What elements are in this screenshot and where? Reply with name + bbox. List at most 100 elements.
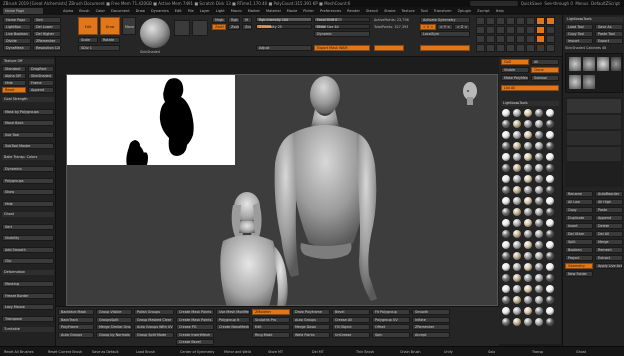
material-swatch-5-2[interactable]	[524, 164, 532, 172]
focal-shift-slider[interactable]: Focal Shift 0	[314, 17, 370, 22]
material-swatch-4-0[interactable]	[502, 153, 510, 161]
see-through-label[interactable]: See-through 0	[544, 1, 572, 6]
load-tool-button[interactable]: Load Tool	[565, 24, 593, 30]
subtool-boolean-button[interactable]: Boolean	[565, 247, 593, 253]
dynamic-button[interactable]: Dynamic	[314, 31, 370, 37]
bottom-col4-item-0[interactable]: Create Mask Points	[176, 309, 214, 315]
status-item-10[interactable]: Unify	[444, 350, 484, 354]
quicksave-label[interactable]: QuickSave	[521, 1, 542, 6]
status-item-0[interactable]: Reset All Brushes	[4, 350, 44, 354]
left-item-11[interactable]: Sort	[2, 223, 54, 230]
rtool-list-all[interactable]: List All	[501, 85, 559, 91]
material-swatch-9-2[interactable]	[524, 208, 532, 216]
status-item-2[interactable]: Save as Default	[92, 350, 132, 354]
material-swatch-8-4[interactable]	[546, 197, 554, 205]
bottom-col2-item-2[interactable]: Merge Similar Groups	[96, 324, 132, 330]
material-swatch-18-0[interactable]	[502, 307, 510, 315]
shelf-icon-3-7[interactable]	[546, 44, 555, 52]
material-swatch-18-4[interactable]	[546, 307, 554, 315]
shelf-icon-3-0[interactable]	[476, 44, 485, 52]
material-swatch-11-1[interactable]	[513, 230, 521, 238]
menu-item-material[interactable]: Material	[263, 7, 284, 15]
subtool-append-button[interactable]: Append	[595, 215, 623, 221]
scale-button[interactable]: Scale	[78, 37, 98, 43]
material-swatch-3-1[interactable]	[513, 142, 521, 150]
menu-item-zplugin[interactable]: Zplugin	[455, 7, 475, 15]
menu-item-stencil[interactable]: Stencil	[363, 7, 381, 15]
alpha-button[interactable]: Alpha Off	[2, 73, 26, 79]
left-item-6[interactable]: Dynamics	[2, 166, 54, 172]
subtool-thumb-4[interactable]	[611, 57, 621, 71]
bottom-col9-item-3[interactable]: Spin	[372, 331, 410, 338]
shelf-icon-1-2[interactable]	[496, 26, 505, 34]
rtool-subtool[interactable]: Subtool	[531, 75, 559, 81]
zadd-button[interactable]: Zadd	[212, 24, 226, 30]
shelf-item-b[interactable]: DynaMesh	[3, 45, 31, 51]
material-swatch-16-4[interactable]	[546, 285, 554, 293]
bottom-col10-item-3[interactable]: Accept	[412, 331, 450, 338]
material-swatch-10-2[interactable]	[524, 219, 532, 227]
shelf-orange-a[interactable]	[374, 45, 404, 51]
bottom-col3-item-3[interactable]: Group Split Mode	[134, 331, 174, 338]
subtool-thumb-5[interactable]	[569, 75, 581, 89]
paste-tool-button[interactable]: Paste Tool	[595, 31, 623, 37]
shelf-icon-2-3[interactable]	[506, 35, 515, 43]
copy-tool-button[interactable]: Copy Tool	[565, 31, 593, 37]
shelf-icon-0-6[interactable]	[536, 17, 545, 25]
bottom-col5-item-0[interactable]: Use Mesh Modifiers	[216, 309, 250, 315]
shelf-icon-0-7[interactable]	[546, 17, 555, 25]
bottom-col6-item-3[interactable]: Ring Mask	[252, 331, 290, 338]
bottom-col7-item-2[interactable]: Merge Down	[292, 324, 330, 330]
menu-item-picker[interactable]: Picker	[300, 7, 317, 15]
material-swatch-18-3[interactable]	[535, 307, 543, 315]
shelf-icon-2-1[interactable]	[486, 35, 495, 43]
status-item-9[interactable]: Chain Brush	[400, 350, 440, 354]
menu-item-light[interactable]: Light	[213, 7, 228, 15]
subtool-del-other-button[interactable]: Del Other	[565, 231, 593, 237]
shelf-icon-2-6[interactable]	[536, 35, 545, 43]
shelf-icon-0-1[interactable]	[486, 17, 495, 25]
frame-button[interactable]: Frame	[28, 80, 54, 86]
bottom-col8-item-1[interactable]: Crease All	[332, 316, 370, 323]
left-item-14[interactable]: Clip	[2, 258, 54, 264]
shelf-icon-3-4[interactable]	[516, 44, 525, 52]
bottom-col7-item-3[interactable]: Weld Points	[292, 331, 330, 338]
subtool-row-2[interactable]	[567, 115, 621, 129]
status-item-7[interactable]: Del MT	[312, 350, 352, 354]
material-swatch-4-2[interactable]	[524, 153, 532, 161]
shelf-icon-2-0[interactable]	[476, 35, 485, 43]
shelf-icon-0-0[interactable]	[476, 17, 485, 25]
rtool-visible[interactable]: Visible	[501, 67, 529, 73]
bottom-col10-item-0[interactable]: Smooth	[412, 309, 450, 315]
material-swatch-3-0[interactable]	[502, 142, 510, 150]
menu-item-document[interactable]: Document	[108, 7, 133, 15]
subtool-del-all-button[interactable]: Del All	[595, 231, 623, 237]
subtool-merge-button[interactable]: Merge	[595, 239, 623, 245]
subtool-thumb-6[interactable]	[583, 75, 595, 89]
material-swatch-12-0[interactable]	[502, 241, 510, 249]
subtool-thumb-3[interactable]	[597, 57, 609, 71]
material-swatch-11-2[interactable]	[524, 230, 532, 238]
status-item-5[interactable]: Mirror and Weld	[224, 350, 264, 354]
bottom-col8-item-0[interactable]: Bevel	[332, 309, 370, 315]
home-page-button[interactable]: Home Page	[3, 17, 31, 23]
material-swatch-1-1[interactable]	[513, 120, 521, 128]
sym-y-button[interactable]: > Y <	[437, 24, 453, 30]
subtool-insert-button[interactable]: Insert	[565, 223, 593, 229]
menu-item-macro[interactable]: Macro	[228, 7, 245, 15]
shelf-item-d[interactable]: Del Lower	[33, 24, 61, 30]
menu-item-file[interactable]: File	[185, 7, 197, 15]
material-swatch-17-0[interactable]	[502, 296, 510, 304]
material-swatch-19-3[interactable]	[535, 318, 543, 326]
menu-item-transform[interactable]: Transform	[431, 7, 455, 15]
subtool-extract-button[interactable]: Extract	[595, 255, 623, 261]
bottom-col5-item-2[interactable]: Create NanoMesh	[216, 324, 250, 330]
material-swatch-10-0[interactable]	[502, 219, 510, 227]
sym-x-button[interactable]: > X <	[420, 24, 436, 30]
material-swatch-14-3[interactable]	[535, 263, 543, 271]
material-swatch-15-2[interactable]	[524, 274, 532, 282]
bottom-col2-item-1[interactable]: GroupsSplit	[96, 316, 132, 323]
left-item-9[interactable]: Hide	[2, 200, 54, 207]
material-swatch-9-0[interactable]	[502, 208, 510, 216]
shelf-icon-1-1[interactable]	[486, 26, 495, 34]
